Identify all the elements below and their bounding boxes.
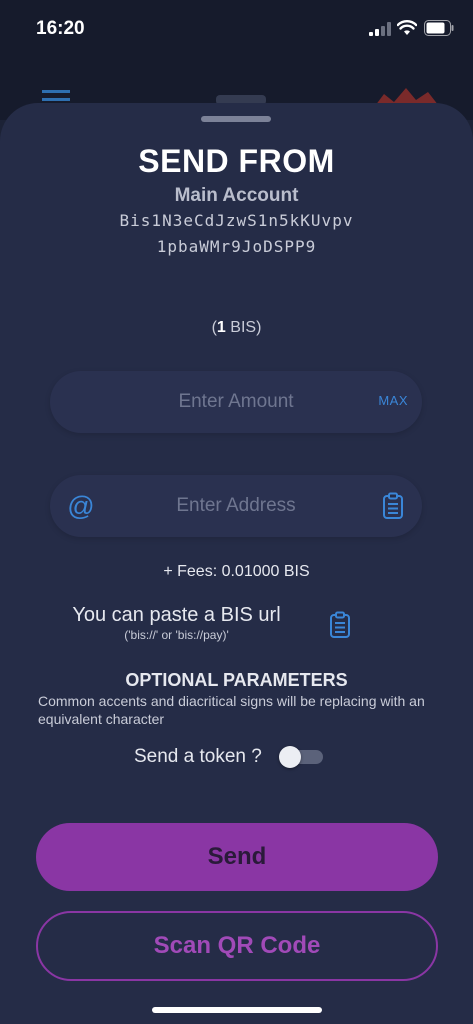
toggle-knob: [279, 746, 301, 768]
optional-parameters-title: OPTIONAL PARAMETERS: [125, 670, 348, 690]
send-token-label: Send a token ?: [134, 746, 262, 767]
signal-icon: [369, 22, 391, 36]
account-balance: (1 BIS): [211, 319, 262, 336]
send-button[interactable]: Send: [36, 823, 438, 891]
status-bar: 16:20: [0, 0, 473, 60]
max-button[interactable]: MAX: [378, 393, 408, 408]
sheet-handle[interactable]: [201, 116, 271, 122]
clipboard-icon[interactable]: [329, 611, 351, 639]
address-field: @: [50, 475, 422, 537]
battery-icon: [424, 20, 454, 36]
amount-field: MAX: [50, 371, 422, 433]
balance-unit: BIS: [230, 319, 257, 336]
optional-parameters-description: Common accents and diacritical signs wil…: [38, 693, 425, 727]
account-name: Main Account: [174, 185, 299, 206]
home-indicator[interactable]: [152, 1007, 322, 1013]
sheet-title: SEND FROM: [138, 143, 335, 179]
paste-url-subtitle: ('bis://' or 'bis://pay)': [124, 628, 229, 642]
send-sheet: SEND FROM Main Account Bis1N3eCdJzwS1n5k…: [0, 103, 473, 1024]
send-token-toggle[interactable]: [279, 746, 323, 768]
at-icon[interactable]: @: [66, 491, 96, 521]
account-address-line-1: Bis1N3eCdJzwS1n5kKUvpv: [119, 211, 354, 230]
paste-url-title: You can paste a BIS url: [72, 604, 281, 626]
address-input[interactable]: [120, 475, 352, 537]
balance-amount: 1: [216, 319, 226, 336]
scan-qr-button[interactable]: Scan QR Code: [36, 911, 438, 981]
wifi-icon: [397, 20, 417, 35]
clipboard-icon[interactable]: [382, 492, 404, 520]
amount-input[interactable]: [120, 371, 352, 433]
fees-text: + Fees: 0.01000 BIS: [163, 563, 310, 580]
account-address-line-2: 1pbaWMr9JoDSPP9: [156, 237, 317, 256]
status-time: 16:20: [36, 18, 85, 39]
